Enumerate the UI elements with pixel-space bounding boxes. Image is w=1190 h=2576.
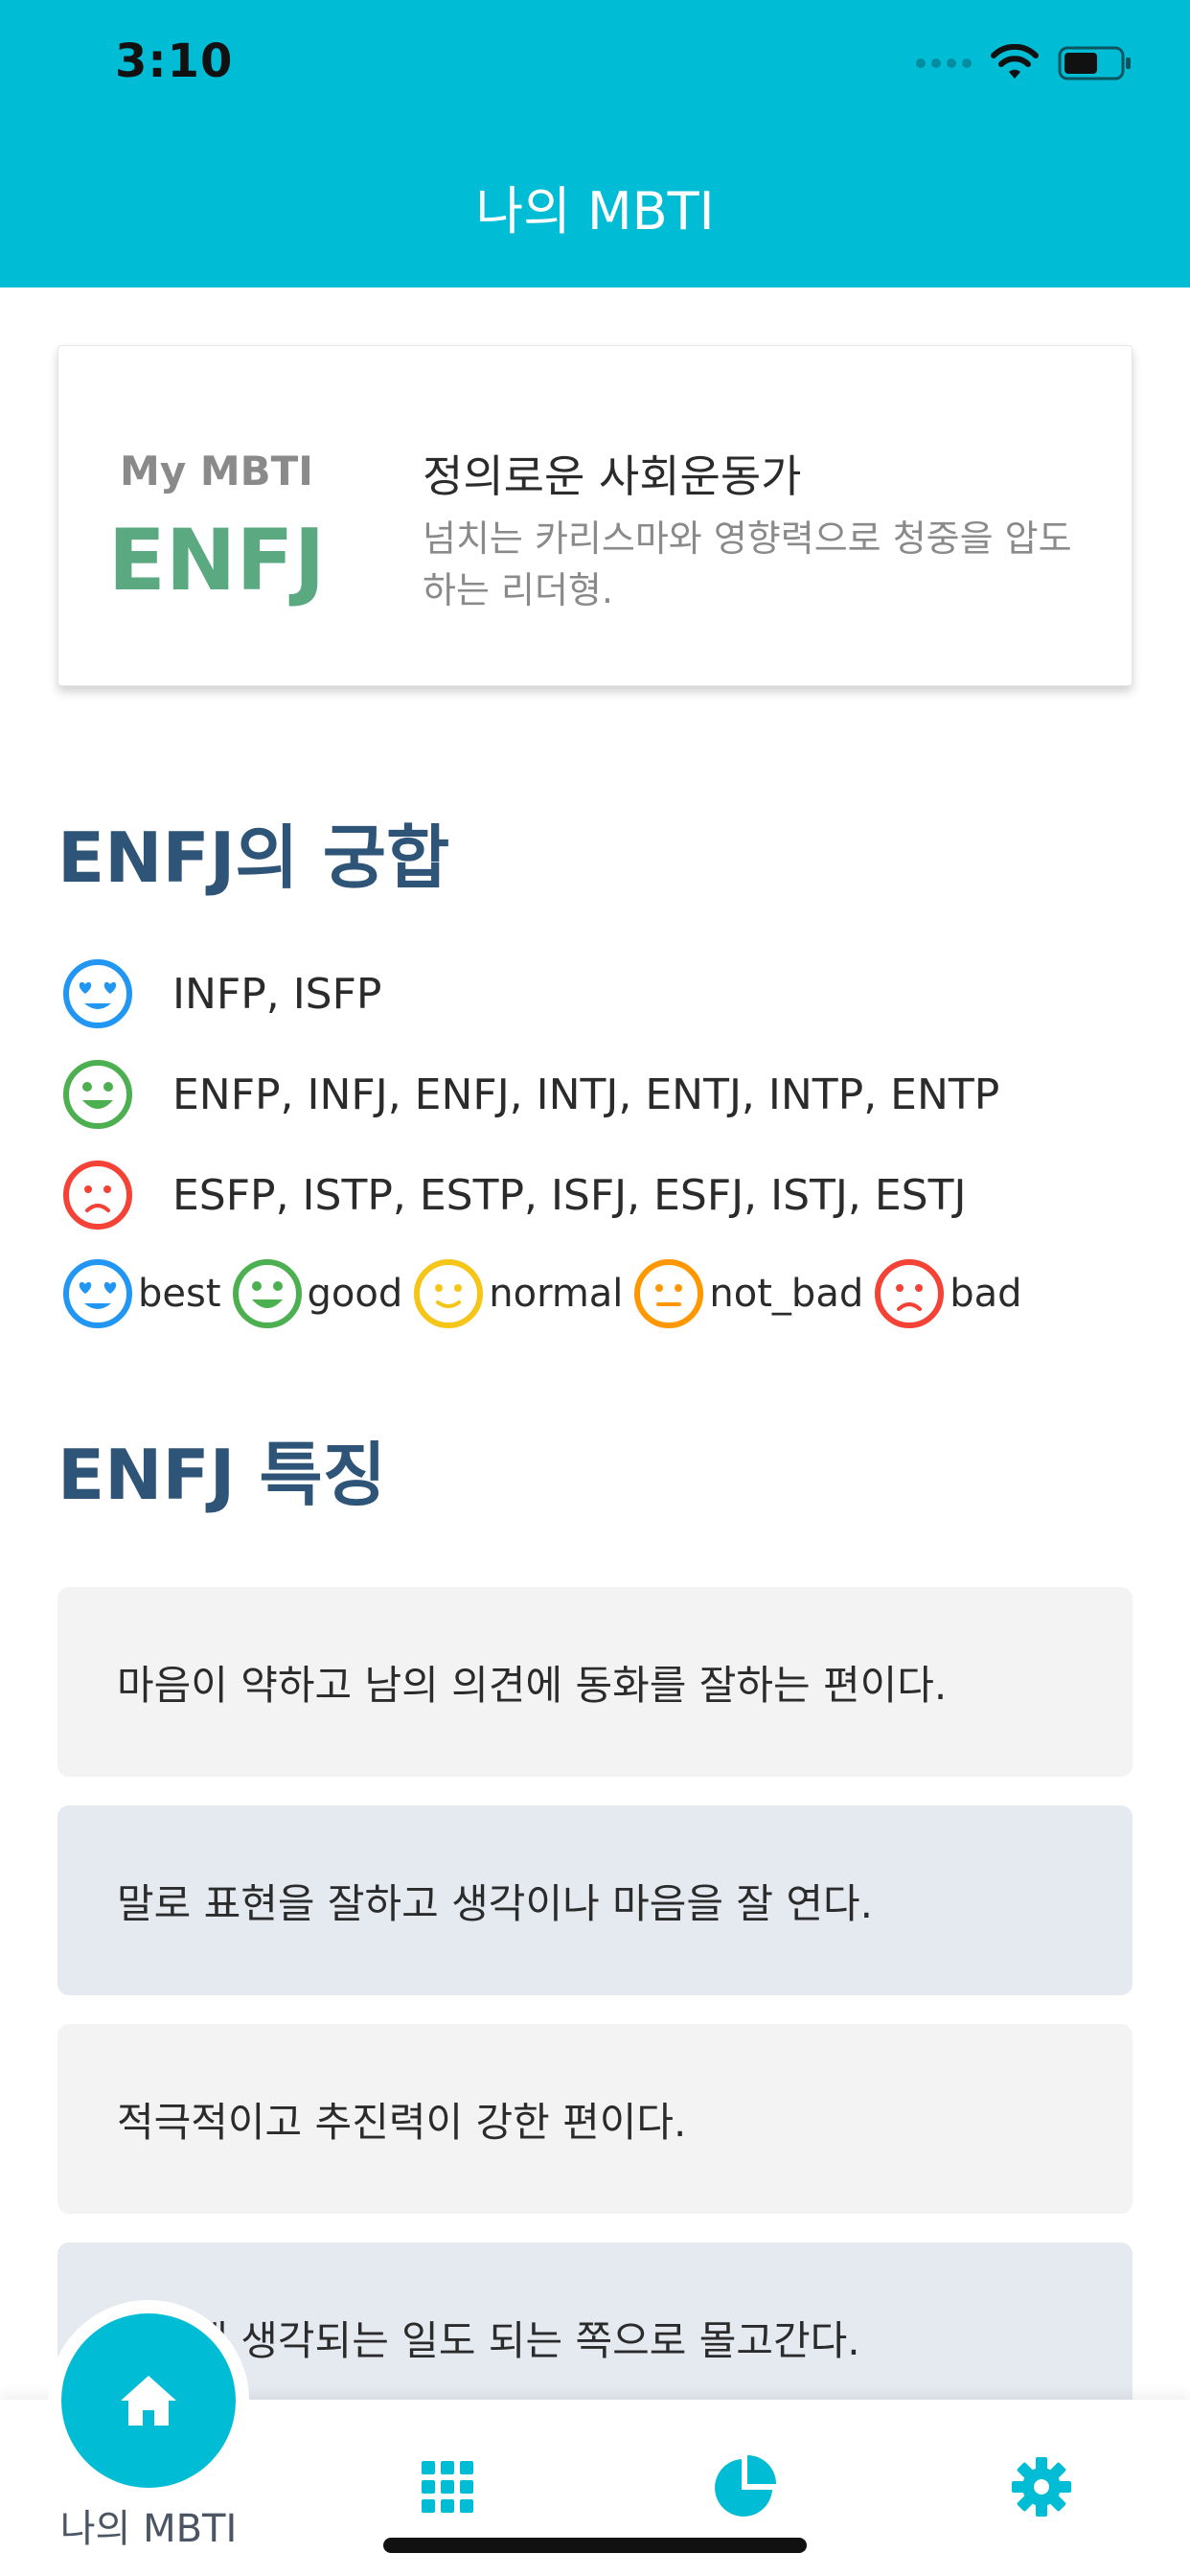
compat-types-good: ENFP, INFJ, ENFJ, INTJ, ENTJ, INTP, ENTP bbox=[172, 1070, 1000, 1119]
legend-normal: normal bbox=[412, 1257, 623, 1330]
frowning-face-icon bbox=[63, 1161, 132, 1230]
feature-item: 말로 표현을 잘하고 생각이나 마음을 잘 연다. bbox=[57, 1806, 1133, 1995]
feature-item: 적극적이고 추진력이 강한 편이다. bbox=[57, 2024, 1133, 2214]
pie-chart-icon[interactable] bbox=[711, 2453, 778, 2520]
mbti-summary: My MBTI ENFJ bbox=[58, 346, 375, 685]
status-indicators bbox=[916, 42, 1133, 84]
legend-good: good bbox=[231, 1257, 403, 1330]
smiling-face-icon bbox=[232, 1259, 302, 1328]
compat-row-bad: ESFP, ISTP, ESTP, ISFJ, ESFJ, ISTJ, ESTJ bbox=[61, 1157, 966, 1233]
tab-home-label: 나의 MBTI bbox=[59, 2507, 238, 2551]
legend-not-bad: not_bad bbox=[632, 1257, 863, 1330]
neutral-face-icon bbox=[634, 1259, 704, 1328]
smiling-face-icon bbox=[63, 1060, 132, 1129]
compat-row-best: INFP, ISFP bbox=[61, 955, 381, 1032]
feature-item: 마음이 약하고 남의 의견에 동화를 잘하는 편이다. bbox=[57, 1587, 1133, 1777]
compatibility-legend: best good normal not_bad bad bbox=[61, 1255, 1032, 1332]
heart-eyes-face-icon bbox=[63, 959, 132, 1028]
compatibility-title: ENFJ의 궁합 bbox=[57, 817, 450, 898]
legend-label: not_bad bbox=[709, 1272, 864, 1316]
status-time: 3:10 bbox=[115, 34, 234, 88]
legend-label: bad bbox=[950, 1272, 1022, 1316]
wifi-icon bbox=[991, 44, 1039, 79]
home-indicator bbox=[383, 2538, 807, 2553]
legend-label: normal bbox=[489, 1272, 624, 1316]
slight-smile-face-icon bbox=[414, 1259, 484, 1328]
features-title: ENFJ 특징 bbox=[57, 1435, 386, 1515]
frowning-face-icon bbox=[875, 1259, 945, 1328]
legend-label: good bbox=[307, 1272, 403, 1316]
my-mbti-label: My MBTI bbox=[120, 448, 313, 494]
signal-icon bbox=[916, 58, 972, 68]
compat-row-good: ENFP, INFJ, ENFJ, INTJ, ENTJ, INTP, ENTP bbox=[61, 1056, 999, 1133]
legend-label: best bbox=[138, 1272, 221, 1316]
heart-eyes-face-icon bbox=[63, 1259, 132, 1328]
tab-home[interactable] bbox=[61, 2313, 236, 2488]
legend-bad: bad bbox=[873, 1257, 1022, 1330]
compat-types-bad: ESFP, ISTP, ESTP, ISFJ, ESFJ, ISTJ, ESTJ bbox=[172, 1170, 967, 1220]
app-header: 3:10 나의 MBTI bbox=[0, 0, 1190, 288]
home-icon bbox=[121, 2376, 176, 2426]
gear-icon[interactable] bbox=[1008, 2453, 1075, 2520]
mbti-nickname: 정의로운 사회운동가 bbox=[423, 450, 802, 502]
grid-icon[interactable] bbox=[414, 2453, 481, 2520]
page-title: 나의 MBTI bbox=[475, 181, 715, 242]
legend-best: best bbox=[61, 1257, 221, 1330]
compat-types-best: INFP, ISFP bbox=[172, 969, 382, 1019]
my-mbti-card: My MBTI ENFJ 정의로운 사회운동가 넘치는 카리스마와 영향력으로 … bbox=[57, 345, 1133, 686]
my-mbti-type: ENFJ bbox=[107, 511, 326, 610]
mbti-description: 넘치는 카리스마와 영향력으로 청중을 압도하는 리더형. bbox=[423, 518, 1072, 611]
battery-icon bbox=[1058, 46, 1131, 80]
